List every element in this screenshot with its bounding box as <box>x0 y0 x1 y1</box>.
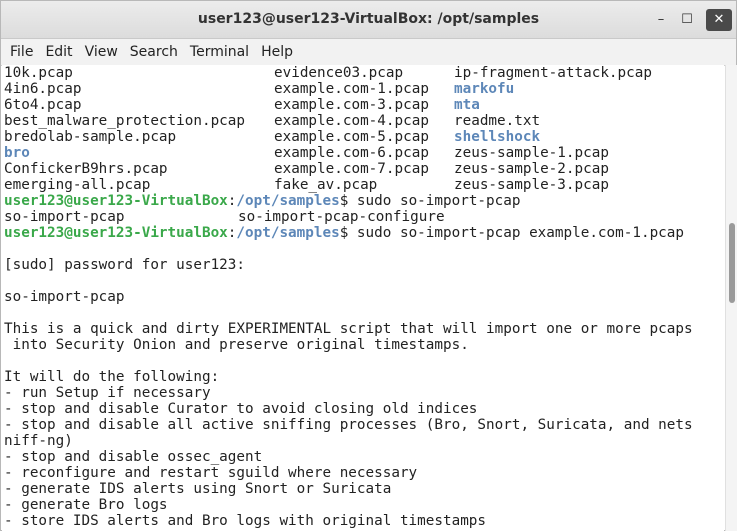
prompt-user: user123@user123-VirtualBox <box>4 225 228 241</box>
ls-row: best_malware_protection.pcap example.com-… <box>4 113 724 129</box>
close-icon[interactable]: ✕ <box>706 9 732 31</box>
file-entry: 6to4.pcap <box>4 97 82 113</box>
output-line: It will do the following: <box>4 369 220 385</box>
menu-help[interactable]: Help <box>255 44 299 60</box>
ls-row: bro example.com-6.pcap zeus-sample-1.pcap <box>4 145 724 161</box>
output-line: - stop and disable Curator to avoid clos… <box>4 401 478 417</box>
terminal-lines: 10k.pcap evidence03.pcap ip-fragment-attac… <box>2 65 724 529</box>
completion-line: so-import-pcap so-import-pcap-configure <box>4 209 724 225</box>
window-title: user123@user123-VirtualBox: /opt/samples <box>197 11 540 27</box>
file-entry: readme.txt <box>454 113 541 129</box>
file-entry: best_malware_protection.pcap <box>4 113 246 129</box>
menu-view[interactable]: View <box>79 44 124 60</box>
menu-bar: File Edit View Search Terminal Help <box>1 39 736 66</box>
completion-entry: so-import-pcap <box>4 209 125 225</box>
ls-row: ConfickerB9hrs.pcap example.com-7.pcap zeu… <box>4 161 724 177</box>
menu-terminal[interactable]: Terminal <box>184 44 255 60</box>
command-text: $ sudo so-import-pcap example.com-1.pcap <box>339 225 685 241</box>
output-line: so-import-pcap <box>4 289 125 305</box>
output-line: - store IDS alerts and Bro logs with ori… <box>4 513 487 529</box>
minimize-icon[interactable]: – <box>649 9 673 31</box>
file-entry: emerging-all.pcap <box>4 177 151 193</box>
output-line: niff-ng) <box>4 433 73 449</box>
completion-entry: so-import-pcap-configure <box>238 209 445 225</box>
file-entry: zeus-sample-3.pcap <box>454 177 609 193</box>
prompt-separator: : <box>227 225 237 241</box>
ls-row: 10k.pcap evidence03.pcap ip-fragment-attac… <box>4 65 724 81</box>
file-entry: evidence03.pcap <box>274 65 404 81</box>
file-entry: example.com-7.pcap <box>274 161 429 177</box>
prompt-user: user123@user123-VirtualBox <box>4 193 228 209</box>
file-entry: 4in6.pcap <box>4 81 82 97</box>
file-entry: example.com-4.pcap <box>274 113 429 129</box>
output-line: - stop and disable all active sniffing p… <box>4 417 693 433</box>
ls-row: 6to4.pcap example.com-3.pcap mta <box>4 97 724 113</box>
file-entry: fake_av.pcap <box>274 177 378 193</box>
output-line: into Security Onion and preserve origina… <box>4 337 469 353</box>
file-entry: ip-fragment-attack.pcap <box>454 65 652 81</box>
output-line: This is a quick and dirty EXPERIMENTAL s… <box>4 321 693 337</box>
menu-search[interactable]: Search <box>124 44 184 60</box>
file-entry: example.com-6.pcap <box>274 145 429 161</box>
ls-row: emerging-all.pcap fake_av.pcap zeus-sample… <box>4 177 724 193</box>
directory-entry: mta <box>454 97 480 113</box>
output-line: - stop and disable ossec_agent <box>4 449 263 465</box>
prompt-path: /opt/samples <box>236 193 340 209</box>
vertical-scrollbar[interactable] <box>725 65 737 531</box>
output-line: [sudo] password for user123: <box>4 257 246 273</box>
file-entry: ConfickerB9hrs.pcap <box>4 161 168 177</box>
terminal-window: user123@user123-VirtualBox: /opt/samples… <box>0 0 737 531</box>
maximize-icon[interactable]: ☐ <box>675 9 699 31</box>
prompt-line: user123@user123-VirtualBox:/opt/samples$… <box>4 193 724 209</box>
output-line: - run Setup if necessary <box>4 385 211 401</box>
file-entry: 10k.pcap <box>4 65 73 81</box>
output-line: - reconfigure and restart sguild where n… <box>4 465 418 481</box>
file-entry: example.com-3.pcap <box>274 97 429 113</box>
file-entry: bredolab-sample.pcap <box>4 129 177 145</box>
prompt-path: /opt/samples <box>236 225 340 241</box>
directory-entry: markofu <box>454 81 515 97</box>
output-line: - generate IDS alerts using Snort or Sur… <box>4 481 392 497</box>
terminal-output[interactable]: 10k.pcap evidence03.pcap ip-fragment-attac… <box>2 65 724 531</box>
ls-row: 4in6.pcap example.com-1.pcap markofu <box>4 81 724 97</box>
directory-entry: shellshock <box>454 129 541 145</box>
prompt-separator: : <box>227 193 237 209</box>
ls-row: bredolab-sample.pcap example.com-5.pcap sh… <box>4 129 724 145</box>
title-bar[interactable]: user123@user123-VirtualBox: /opt/samples… <box>1 1 736 39</box>
file-entry: example.com-1.pcap <box>274 81 429 97</box>
command-text: $ sudo so-import-pcap <box>339 193 521 209</box>
file-entry: zeus-sample-1.pcap <box>454 145 609 161</box>
output-line: - generate Bro logs <box>4 497 168 513</box>
prompt-line: user123@user123-VirtualBox:/opt/samples$… <box>4 225 724 241</box>
directory-entry: bro <box>4 145 30 161</box>
file-entry: zeus-sample-2.pcap <box>454 161 609 177</box>
menu-file[interactable]: File <box>4 44 39 60</box>
menu-edit[interactable]: Edit <box>39 44 78 60</box>
scrollbar-thumb[interactable] <box>729 223 735 303</box>
file-entry: example.com-5.pcap <box>274 129 429 145</box>
